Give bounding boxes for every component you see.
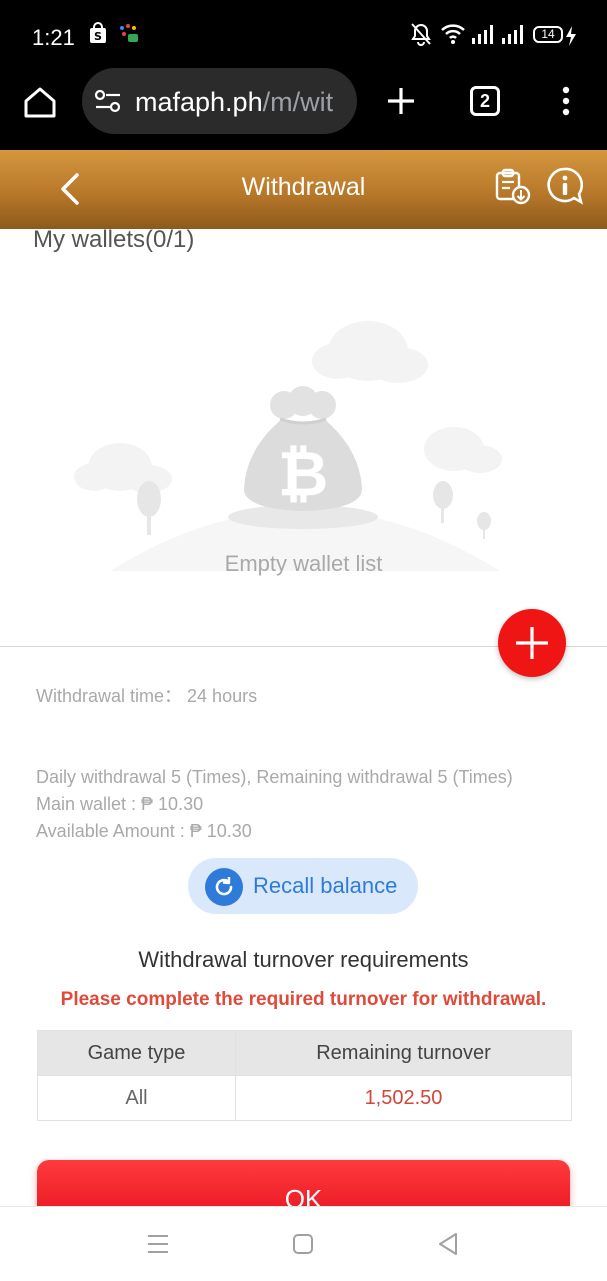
app-notification-icon [120,24,138,42]
more-menu-icon[interactable] [560,86,572,116]
signal-icon [472,25,493,44]
svg-text:S: S [94,30,102,43]
main-wallet-balance: Main wallet : ₱ 10.30 [36,794,204,814]
recall-balance-label: Recall balance [253,873,398,898]
battery-level: 14 [541,27,555,41]
cell-game-type: All [38,1076,236,1120]
refresh-icon [205,868,243,906]
main-content: My wallets(0/1) ₿ Empty wallet list With… [0,229,607,1206]
url-path: /m/wit [262,87,334,117]
empty-wallet-illustration: ₿ [74,321,502,571]
available-amount: Available Amount : ₱ 10.30 [36,821,252,841]
withdrawal-time: Withdrawal time： 24 hours [36,686,258,706]
turnover-table: Game type Remaining turnover All 1,502.5… [37,1030,572,1121]
home-icon[interactable] [22,84,58,120]
site-settings-icon[interactable] [94,87,122,115]
table-header-row: Game type Remaining turnover [38,1031,571,1075]
turnover-title: Withdrawal turnover requirements [138,947,469,972]
signal-icon-2 [502,25,523,44]
status-bar: 1:21 S 14 [0,0,607,70]
wallets-title: My wallets(0/1) [33,229,195,253]
empty-wallet-text: Empty wallet list [224,551,383,576]
add-wallet-button[interactable] [498,609,566,677]
new-tab-icon[interactable] [385,85,417,117]
app-header: Withdrawal [0,150,607,229]
withdrawal-record-icon[interactable] [494,168,532,206]
turnover-warning: Please complete the required turnover fo… [60,989,547,1010]
back-nav-icon[interactable] [436,1232,460,1256]
shopping-bag-icon: S [90,22,106,43]
tab-switcher-button[interactable]: 2 [470,86,500,116]
column-header-game-type: Game type [38,1031,236,1075]
daily-withdrawal-limit: Daily withdrawal 5 (Times), Remaining wi… [36,767,513,787]
ok-button-label: OK [284,1184,323,1206]
svg-text:₿: ₿ [278,437,329,510]
ok-button[interactable]: OK [37,1160,570,1206]
table-row: All 1,502.50 [38,1075,571,1120]
system-nav-bar [0,1206,607,1281]
home-nav-icon[interactable] [292,1233,314,1255]
url-host: mafaph.ph [135,87,263,117]
status-time: 1:21 [32,25,75,50]
cell-remaining-turnover: 1,502.50 [364,1087,443,1109]
help-info-icon[interactable] [545,166,585,206]
recall-balance-button[interactable]: Recall balance [188,858,418,914]
battery-icon: 14 [533,26,563,43]
charging-icon [566,26,576,46]
recent-apps-icon[interactable] [146,1234,170,1254]
column-header-remaining-turnover: Remaining turnover [316,1042,491,1064]
plus-icon [516,627,548,659]
wifi-icon [441,24,465,44]
bell-muted-icon [411,23,431,46]
url-text[interactable]: mafaph.ph/m/wit [135,87,347,118]
